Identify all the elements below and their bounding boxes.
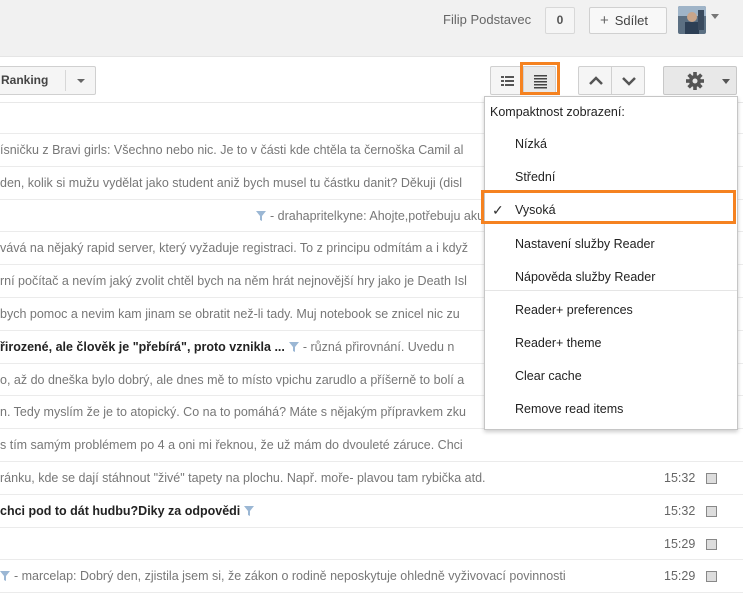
list-view-button[interactable]	[490, 66, 523, 95]
arrow-up-icon	[589, 76, 603, 85]
menu-item-remove-read-items[interactable]: Remove read items	[485, 395, 737, 423]
user-name[interactable]: Filip Podstavec	[443, 12, 531, 27]
open-external-icon[interactable]	[706, 538, 717, 550]
item-snippet: s tím samým problémem po 4 a oni mi řekn…	[0, 438, 463, 453]
highlight-selected-density	[481, 190, 736, 224]
chevron-down-icon	[722, 79, 730, 84]
avatar[interactable]	[678, 6, 706, 34]
list-item[interactable]: ránku, kde se dají stáhnout "živé" tapet…	[0, 462, 743, 495]
item-snippet: ránku, kde se dají stáhnout "živé" tapet…	[0, 470, 486, 485]
open-external-icon[interactable]	[706, 505, 717, 517]
notification-count-button[interactable]: 0	[545, 7, 575, 34]
sort-dropdown[interactable]: Ranking	[0, 66, 96, 95]
item-snippet: vává na nějaký rapid server, který vyžad…	[0, 241, 469, 256]
settings-menu: Kompaktnost zobrazení: Nízká Střední ✓ Vy…	[484, 96, 738, 430]
previous-item-button[interactable]	[578, 66, 612, 95]
item-time: 15:32	[664, 470, 696, 485]
item-snippet: n. Tedy myslím že je to atopický. Co na …	[0, 405, 466, 420]
filter-icon	[288, 341, 299, 352]
next-item-button[interactable]	[611, 66, 645, 95]
filter-icon	[0, 571, 10, 582]
share-button[interactable]: + Sdílet	[589, 7, 667, 34]
plus-icon: +	[600, 12, 609, 29]
item-snippet: - různá přirovnání. Uvedu n	[302, 339, 455, 354]
gear-icon	[686, 72, 704, 90]
highlight-view-button	[520, 62, 560, 95]
item-title: řirozené, ale člověk je "přebírá", proto…	[0, 339, 285, 354]
item-time: 15:32	[664, 503, 696, 518]
item-time: 15:29	[664, 569, 696, 584]
filter-icon	[244, 505, 255, 516]
menu-item-density-medium[interactable]: Střední	[485, 163, 737, 191]
item-snippet: o, až do dneška bylo dobrý, ale dnes mě …	[0, 372, 465, 387]
arrow-down-icon	[622, 77, 636, 86]
menu-divider	[485, 290, 737, 291]
chevron-down-icon	[77, 79, 85, 83]
list-item[interactable]: - marcelap: Dobrý den, zjistila jsem si,…	[0, 560, 743, 593]
account-caret-icon[interactable]	[711, 14, 719, 19]
menu-item-density-low[interactable]: Nízká	[485, 130, 737, 158]
item-snippet: den, kolik si mužu vydělat jako student …	[0, 175, 463, 190]
open-external-icon[interactable]	[706, 571, 717, 583]
menu-item-readerplus-preferences[interactable]: Reader+ preferences	[485, 296, 737, 324]
filter-icon	[256, 210, 266, 221]
sort-label: Ranking	[1, 73, 49, 87]
top-bar: Filip Podstavec 0 + Sdílet	[0, 0, 743, 57]
settings-button[interactable]	[663, 66, 737, 95]
item-snippet: ísničku z Bravi girls: Všechno nebo nic.…	[0, 143, 464, 157]
list-item[interactable]: chci pod to dát hudbu?Diky za odpovědi 1…	[0, 495, 743, 528]
menu-item-clear-cache[interactable]: Clear cache	[485, 362, 737, 390]
item-snippet: rní počítač a nevím jaký zvolit chtěl by…	[0, 274, 467, 289]
menu-item-reader-help[interactable]: Nápověda služby Reader	[485, 263, 737, 291]
item-title: chci pod to dát hudbu?Diky za odpovědi	[0, 503, 241, 518]
share-label: Sdílet	[614, 13, 649, 28]
item-snippet: bych pomoc a nevim kam jinam se obratit …	[0, 306, 460, 321]
list-item[interactable]: 15:29	[0, 528, 743, 561]
item-snippet: - marcelap: Dobrý den, zjistila jsem si,…	[14, 569, 566, 584]
item-time: 15:29	[664, 536, 696, 551]
menu-item-readerplus-theme[interactable]: Reader+ theme	[485, 329, 737, 357]
list-item[interactable]: s tím samým problémem po 4 a oni mi řekn…	[0, 429, 743, 462]
density-header: Kompaktnost zobrazení:	[490, 105, 625, 119]
menu-item-reader-settings[interactable]: Nastavení služby Reader	[485, 230, 737, 258]
open-external-icon[interactable]	[706, 472, 717, 484]
